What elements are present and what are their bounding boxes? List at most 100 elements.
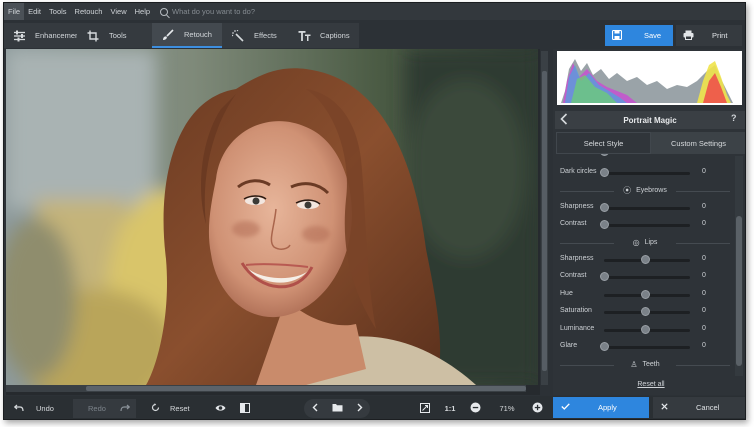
canvas-horizontal-scrollbar[interactable] (6, 385, 526, 392)
reset-icon (151, 403, 160, 414)
search-icon[interactable] (160, 7, 169, 16)
slider-handle[interactable] (600, 220, 609, 229)
slider-label: Contrast (560, 220, 587, 227)
photo-editor-window: File Edit Tools Retouch View Help What d… (3, 2, 746, 420)
panel-scrollbar[interactable] (735, 156, 743, 376)
horizontal-scroll-thumb[interactable] (86, 386, 526, 391)
slider-label: Contrast (560, 272, 587, 279)
vertical-scroll-thumb[interactable] (542, 71, 547, 371)
slider-row-sharpness: Sharpness 0 (556, 252, 734, 268)
slider-value: 0 (702, 324, 706, 332)
canvas-vertical-scrollbar[interactable] (541, 51, 548, 385)
printer-icon (683, 30, 694, 42)
section-teeth[interactable]: ♙ Teeth (556, 358, 734, 372)
zoom-in-button[interactable] (529, 399, 545, 418)
tab-custom-settings[interactable]: Custom Settings (651, 132, 745, 154)
close-icon (661, 403, 668, 412)
slider-handle[interactable] (600, 342, 609, 351)
redo-label: Redo (88, 404, 106, 413)
magic-wand-icon (231, 29, 245, 43)
tab-effects[interactable]: Effects (222, 23, 288, 48)
tab-enhancement-label: Enhancement (35, 31, 82, 40)
slider-track[interactable] (604, 206, 690, 210)
slider-handle[interactable] (641, 254, 650, 264)
folder-icon[interactable] (332, 403, 343, 414)
tab-retouch-label: Retouch (184, 30, 212, 39)
menu-help[interactable]: Help (131, 3, 154, 20)
menu-file[interactable]: File (4, 3, 25, 20)
slider-value: 0 (702, 289, 706, 297)
section-title: Teeth (642, 361, 660, 368)
slider-label: Sharpness (560, 254, 594, 262)
eye-icon (215, 404, 226, 414)
menu-view[interactable]: View (106, 3, 130, 20)
undo-icon (13, 404, 24, 414)
lips-icon: ◎ (632, 238, 640, 247)
tab-captions[interactable]: Captions (288, 23, 359, 48)
reset-all-link[interactable]: Reset all (556, 381, 745, 388)
redo-button[interactable]: Redo (73, 399, 136, 418)
zoom-out-button[interactable] (467, 399, 483, 418)
undo-button[interactable]: Undo (10, 399, 70, 418)
slider-value: 0 (702, 342, 706, 349)
tab-enhancement[interactable]: Enhancement (4, 23, 81, 48)
crop-icon (86, 29, 100, 43)
section-lips[interactable]: ◎ Lips (556, 236, 734, 250)
menu-edit[interactable]: Edit (24, 3, 45, 20)
slider-value: 0 (702, 202, 706, 210)
compare-button[interactable] (234, 399, 256, 418)
slider-row-dark-circles: Dark circles 0 (556, 165, 734, 181)
print-button[interactable]: Print (676, 25, 742, 46)
zoom-level: 71% (499, 404, 515, 413)
apply-label: Apply (598, 403, 617, 412)
slider-track[interactable] (604, 346, 690, 349)
slider-value: 0 (702, 168, 706, 175)
slider-handle[interactable] (600, 272, 609, 281)
help-icon[interactable]: ? (731, 113, 741, 127)
text-icon (297, 29, 311, 43)
slider-handle[interactable] (600, 154, 609, 156)
cancel-label: Cancel (696, 403, 720, 412)
section-eyebrows[interactable]: ⦿ Eyebrows (556, 184, 734, 198)
fit-to-screen-button[interactable] (417, 399, 433, 418)
slider-handle[interactable] (600, 202, 609, 212)
image-canvas[interactable] (6, 49, 540, 395)
slider-track[interactable] (604, 224, 690, 227)
back-arrow-icon[interactable] (560, 113, 570, 127)
slider-label: Dark circles (560, 168, 597, 175)
tab-captions-label: Captions (320, 31, 350, 40)
slider-handle[interactable] (641, 289, 650, 299)
print-label: Print (712, 31, 728, 40)
tab-select-style[interactable]: Select Style (556, 132, 651, 154)
eyebrow-icon: ⦿ (623, 186, 632, 195)
slider-track[interactable] (604, 172, 690, 175)
preview-eye-button[interactable] (209, 399, 231, 418)
check-icon (561, 403, 570, 412)
slider-handle[interactable] (600, 168, 609, 177)
next-image-icon[interactable] (357, 403, 363, 414)
slider-row-saturation: Saturation 0 (556, 304, 734, 320)
slider-value: 0 (702, 220, 706, 227)
cancel-button[interactable]: Cancel (653, 397, 745, 418)
slider-row-contrast: Contrast 0 (556, 217, 734, 233)
actual-size-button[interactable]: 1:1 (441, 399, 459, 418)
menu-tools[interactable]: Tools (45, 3, 71, 20)
slider-track[interactable] (604, 276, 690, 279)
portrait-magic-header: Portrait Magic (555, 111, 745, 129)
slider-handle[interactable] (641, 324, 650, 334)
prev-image-icon[interactable] (312, 403, 318, 414)
apply-button[interactable]: Apply (553, 397, 649, 418)
menu-retouch[interactable]: Retouch (71, 3, 107, 20)
slider-label: Sharpness (560, 202, 594, 210)
save-button[interactable]: Save (605, 25, 673, 46)
slider-row-whiteness: Whiteness91 (556, 374, 734, 377)
redo-icon (120, 404, 131, 414)
slider-label: Hue (560, 289, 573, 297)
tab-tools[interactable]: Tools (77, 23, 152, 48)
reset-button[interactable]: Reset (144, 399, 198, 418)
slider-value: 0 (702, 307, 706, 314)
tab-retouch[interactable]: Retouch (152, 23, 222, 48)
search-input[interactable]: What do you want to do? (172, 7, 255, 16)
panel-scroll-thumb[interactable] (736, 216, 742, 366)
slider-handle[interactable] (641, 307, 650, 316)
